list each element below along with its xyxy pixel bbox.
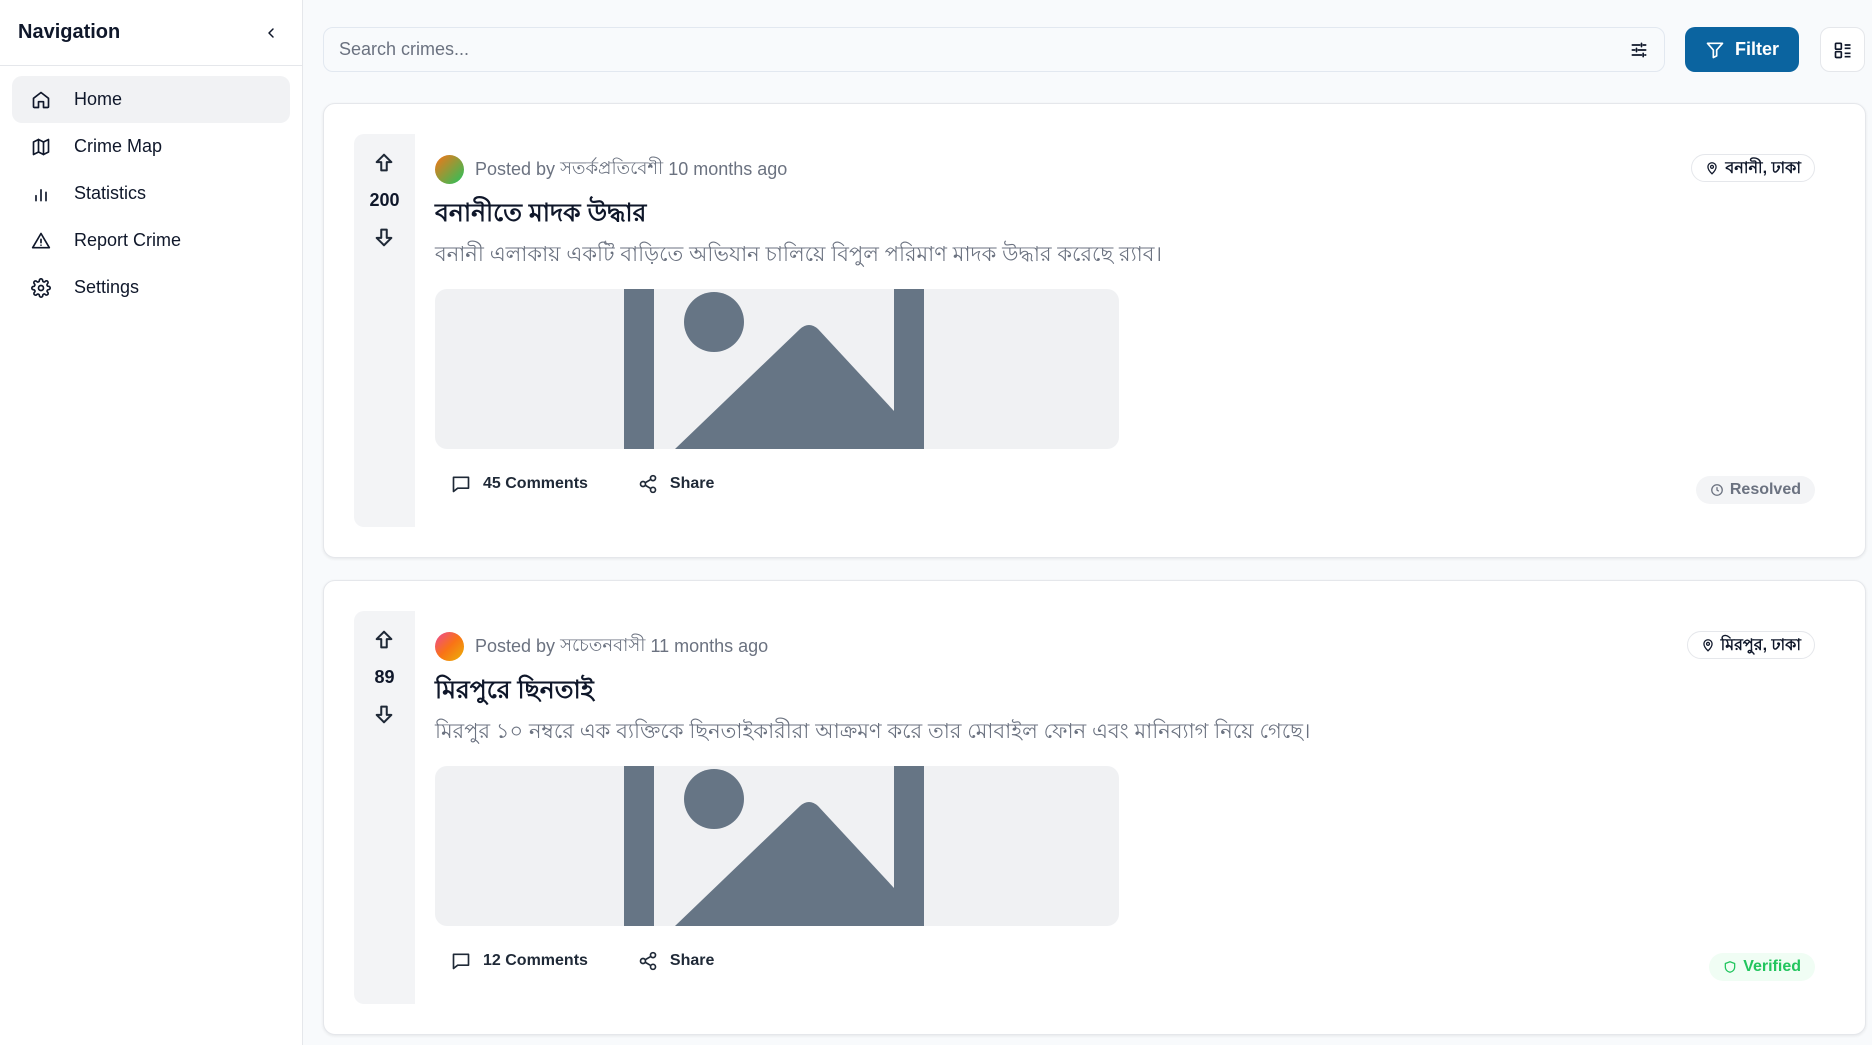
- status-label: Verified: [1743, 958, 1801, 975]
- comments-button[interactable]: 12 Comments: [435, 947, 604, 975]
- sidebar-item-label: Settings: [74, 277, 140, 297]
- sidebar: Navigation Home Crime Map Statistics Rep…: [0, 0, 303, 1045]
- post-body: বনানী এলাকায় একটি বাড়িতে অভিযান চালিয়…: [435, 243, 1162, 266]
- posted-by-label: Posted by: [475, 159, 556, 179]
- shield-icon: [1724, 961, 1736, 973]
- status-badge: Resolved: [1695, 476, 1815, 504]
- search-bar: [323, 27, 1665, 72]
- upvote-button[interactable]: [371, 150, 397, 176]
- vote-panel: 89: [354, 611, 415, 1004]
- vote-count: 200: [369, 190, 400, 210]
- post-author[interactable]: সতর্কপ্রতিবেশী: [560, 154, 663, 185]
- comments-label: 12 Comments: [483, 952, 588, 969]
- sidebar-item-label: Home: [74, 89, 123, 109]
- upvote-button[interactable]: [371, 627, 397, 653]
- post-card: 200 Posted by সতর্কপ্রতিবেশী 10 months a…: [323, 103, 1866, 558]
- filter-icon: [1706, 42, 1724, 58]
- post-title[interactable]: মিরপুরে ছিনতাই: [435, 670, 594, 713]
- sliders-icon[interactable]: [1629, 40, 1649, 60]
- location-label: মিরপুর, ঢাকা: [1720, 636, 1801, 654]
- chevron-left-icon: [268, 27, 274, 38]
- share-label: Share: [669, 475, 715, 492]
- location-badge: বনানী, ঢাকা: [1691, 154, 1815, 182]
- arrow-up-icon: [375, 153, 393, 172]
- post-actions: 12 Comments Share: [435, 947, 730, 975]
- share-icon: [639, 474, 657, 494]
- posted-by-label: Posted by: [475, 636, 556, 656]
- sidebar-item-label: Statistics: [74, 183, 147, 203]
- avatar: [435, 155, 464, 184]
- post-image-placeholder[interactable]: [435, 289, 1119, 449]
- view-toggle-button[interactable]: [1820, 27, 1865, 72]
- map-pin-icon: [1707, 162, 1718, 175]
- sidebar-item-home[interactable]: Home: [12, 76, 290, 123]
- status-label: Resolved: [1729, 481, 1801, 498]
- list-layout-icon: [1834, 42, 1850, 58]
- collapse-sidebar-button[interactable]: [258, 20, 284, 46]
- sidebar-item-report-crime[interactable]: Report Crime: [12, 217, 290, 264]
- status-badge: Verified: [1709, 953, 1815, 981]
- avatar: [435, 632, 464, 661]
- filter-button-label: Filter: [1734, 39, 1779, 59]
- sidebar-header: Navigation: [0, 0, 302, 66]
- post-time: 10 months ago: [668, 159, 788, 179]
- share-label: Share: [669, 952, 715, 969]
- filter-button[interactable]: Filter: [1685, 27, 1799, 72]
- comments-button[interactable]: 45 Comments: [435, 470, 604, 498]
- comment-icon: [452, 476, 470, 493]
- clock-icon: [1710, 484, 1723, 496]
- home-icon: [30, 89, 52, 111]
- location-badge: মিরপুর, ঢাকা: [1686, 631, 1815, 659]
- post-author[interactable]: সচেতনবাসী: [560, 631, 645, 662]
- share-button[interactable]: Share: [622, 947, 730, 975]
- share-button[interactable]: Share: [622, 470, 730, 498]
- sidebar-nav: Home Crime Map Statistics Report Crime S…: [0, 66, 302, 321]
- arrow-down-icon: [375, 705, 393, 724]
- share-icon: [639, 951, 657, 971]
- downvote-button[interactable]: [371, 224, 397, 250]
- vote-count: 89: [374, 667, 395, 687]
- post-meta: Posted by সতর্কপ্রতিবেশী 10 months ago: [435, 154, 787, 185]
- post-card: 89 Posted by সচেতনবাসী 11 months ago মির…: [323, 580, 1866, 1035]
- post-actions: 45 Comments Share: [435, 470, 730, 498]
- sidebar-item-label: Report Crime: [74, 230, 182, 250]
- vote-panel: 200: [354, 134, 415, 527]
- comments-label: 45 Comments: [483, 475, 588, 492]
- sidebar-item-settings[interactable]: Settings: [12, 264, 290, 311]
- map-pin-icon: [1702, 639, 1713, 652]
- sidebar-item-statistics[interactable]: Statistics: [12, 170, 290, 217]
- search-input[interactable]: [339, 39, 1629, 60]
- image-placeholder-icon: [624, 766, 924, 926]
- gear-icon: [30, 277, 52, 299]
- downvote-button[interactable]: [371, 701, 397, 727]
- main-content: Filter 200 Posted by সতর্কপ্রতিবেশী 10 m…: [304, 0, 1872, 1045]
- bar-chart-icon: [30, 183, 52, 205]
- post-meta: Posted by সচেতনবাসী 11 months ago: [435, 631, 768, 662]
- arrow-up-icon: [375, 630, 393, 649]
- post-body: মিরপুর ১০ নম্বরে এক ব্যক্তিকে ছিনতাইকারী…: [435, 720, 1311, 743]
- sidebar-item-crime-map[interactable]: Crime Map: [12, 123, 290, 170]
- map-icon: [30, 136, 52, 158]
- post-time: 11 months ago: [650, 636, 769, 656]
- location-label: বনানী, ঢাকা: [1725, 159, 1801, 177]
- post-image-placeholder[interactable]: [435, 766, 1119, 926]
- post-title[interactable]: বনানীতে মাদক উদ্ধার: [435, 193, 646, 236]
- alert-triangle-icon: [30, 230, 52, 252]
- sidebar-title: Navigation: [18, 21, 121, 43]
- comment-icon: [452, 953, 470, 970]
- arrow-down-icon: [375, 228, 393, 247]
- image-placeholder-icon: [624, 289, 924, 449]
- sidebar-item-label: Crime Map: [74, 136, 163, 156]
